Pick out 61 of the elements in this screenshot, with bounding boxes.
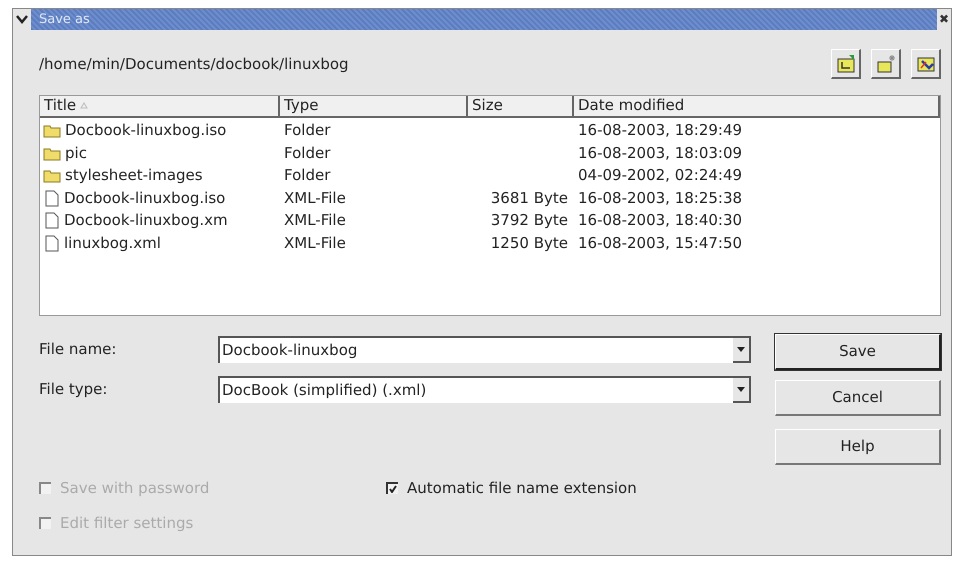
file-date: 16-08-2003, 15:47:50 xyxy=(578,234,742,252)
combo-box[interactable]: DocBook (simplified) (.xml) xyxy=(218,376,751,403)
file-size: 1250 Byte xyxy=(490,234,568,252)
file-type: XML-File xyxy=(284,211,346,230)
option-label: Edit filter settings xyxy=(60,512,194,534)
new-folder-icon xyxy=(874,53,896,74)
file-row[interactable]: Docbook-linuxbog.xm XML-File 3792 Byte 16-08-2003, 18:40:30 xyxy=(40,210,940,232)
file-date: 16-08-2003, 18:25:38 xyxy=(578,188,742,207)
field-label: File name: xyxy=(39,338,118,360)
file-name: linuxbog.xml xyxy=(64,236,161,251)
dialog-button[interactable]: Save xyxy=(775,334,941,370)
file-date: 16-08-2003, 18:40:30 xyxy=(578,211,742,230)
toolbar-button[interactable] xyxy=(911,49,941,80)
file-icon xyxy=(45,190,59,207)
toolbar-button[interactable] xyxy=(831,49,861,80)
file-size: 3681 Byte xyxy=(490,188,568,207)
checkbox[interactable] xyxy=(386,482,398,494)
dropdown-arrow-icon xyxy=(737,346,745,352)
file-icon xyxy=(45,234,59,252)
file-type: Folder xyxy=(284,144,330,162)
option-label: Save with password xyxy=(60,478,210,499)
file-row[interactable]: Docbook-linuxbog.iso Folder 16-08-2003, 18:29:49 xyxy=(40,120,940,142)
file-row[interactable]: stylesheet-images Folder 04-09-2002, 02:24:49 xyxy=(40,164,940,188)
column-header[interactable]: Type xyxy=(280,96,468,116)
dropdown-button[interactable] xyxy=(733,338,751,363)
file-name: Docbook-linuxbog.xm xyxy=(64,213,228,228)
column-header[interactable]: Size xyxy=(468,96,574,116)
file-size: 3792 Byte xyxy=(490,211,568,230)
file-date: 04-09-2002, 02:24:49 xyxy=(578,166,742,184)
dropdown-arrow-icon xyxy=(737,386,745,392)
column-header[interactable]: Date modified xyxy=(574,96,940,116)
combo-box[interactable]: Docbook-linuxbog xyxy=(218,336,751,363)
file-type: XML-File xyxy=(284,234,346,252)
column-header[interactable]: Title xyxy=(40,96,280,116)
file-row[interactable]: Docbook-linuxbog.iso XML-File 3681 Byte 16-08-2003, 18:25:38 xyxy=(40,187,940,210)
file-row[interactable]: linuxbog.xml XML-File 1250 Byte 16-08-2003, 15:47:50 xyxy=(40,232,940,255)
folder-icon xyxy=(43,168,61,184)
folder-up-icon xyxy=(834,53,856,74)
file-name: pic xyxy=(65,146,87,161)
file-date: 16-08-2003, 18:29:49 xyxy=(578,121,742,140)
toolbar-button[interactable] xyxy=(871,49,901,80)
dialog-button[interactable]: Help xyxy=(775,428,941,465)
current-path: /home/min/Documents/docbook/linuxbog xyxy=(39,54,349,75)
folder-icon xyxy=(43,123,61,138)
close-button[interactable]: ✖ xyxy=(937,9,951,30)
file-type: Folder xyxy=(284,166,330,184)
field-label: File type: xyxy=(39,378,108,400)
option-label: Automatic file name extension xyxy=(407,478,637,499)
file-icon xyxy=(45,212,59,230)
file-type: Folder xyxy=(284,121,330,140)
sort-icon xyxy=(80,102,88,110)
folder-icon xyxy=(43,146,61,161)
file-name: stylesheet-images xyxy=(65,168,203,184)
window-title: Save as xyxy=(39,10,90,29)
file-name: Docbook-linuxbog.iso xyxy=(65,123,226,138)
dialog-button[interactable]: Cancel xyxy=(775,380,941,416)
file-row[interactable]: pic Folder 16-08-2003, 18:03:09 xyxy=(40,142,940,165)
file-date: 16-08-2003, 18:03:09 xyxy=(578,144,742,162)
dropdown-button[interactable] xyxy=(733,378,751,403)
file-type: XML-File xyxy=(284,188,346,207)
file-name: Docbook-linuxbog.iso xyxy=(64,190,226,206)
